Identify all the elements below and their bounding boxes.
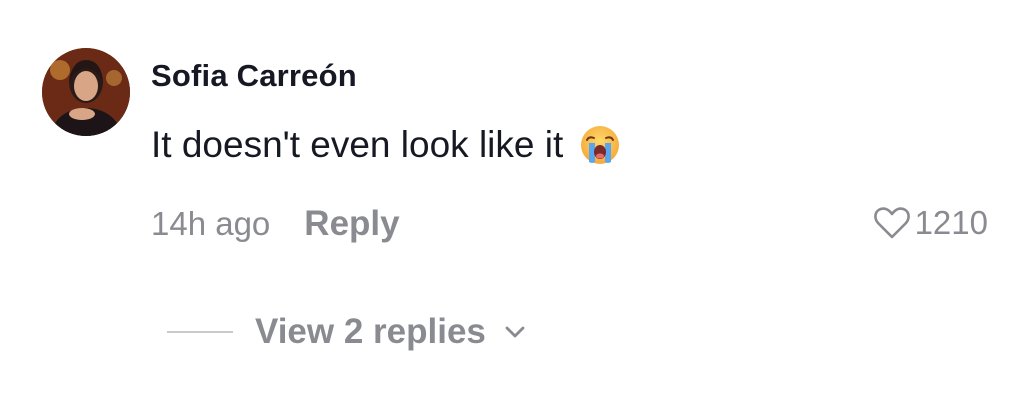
reply-button[interactable]: Reply xyxy=(304,204,399,244)
chevron-down-icon xyxy=(505,326,525,338)
comment-text: It doesn't even look like it xyxy=(151,124,564,165)
view-replies-button[interactable]: View 2 replies xyxy=(167,312,526,352)
comment-body: It doesn't even look like it xyxy=(151,124,621,166)
comment-meta: 14h ago Reply xyxy=(151,204,400,244)
heart-icon xyxy=(873,207,910,239)
avatar-photo-icon xyxy=(42,48,130,136)
timestamp: 14h ago xyxy=(151,205,271,242)
loudly-crying-face-icon xyxy=(579,124,621,166)
username[interactable]: Sofia Carreón xyxy=(151,58,357,94)
like-count: 1210 xyxy=(914,204,988,241)
view-replies-label: View 2 replies xyxy=(255,312,486,351)
like-button[interactable]: 1210 xyxy=(873,204,988,242)
avatar[interactable] xyxy=(42,48,130,136)
comment-item: Sofia Carreón It doesn't even look like … xyxy=(0,0,1024,401)
divider xyxy=(167,331,233,333)
